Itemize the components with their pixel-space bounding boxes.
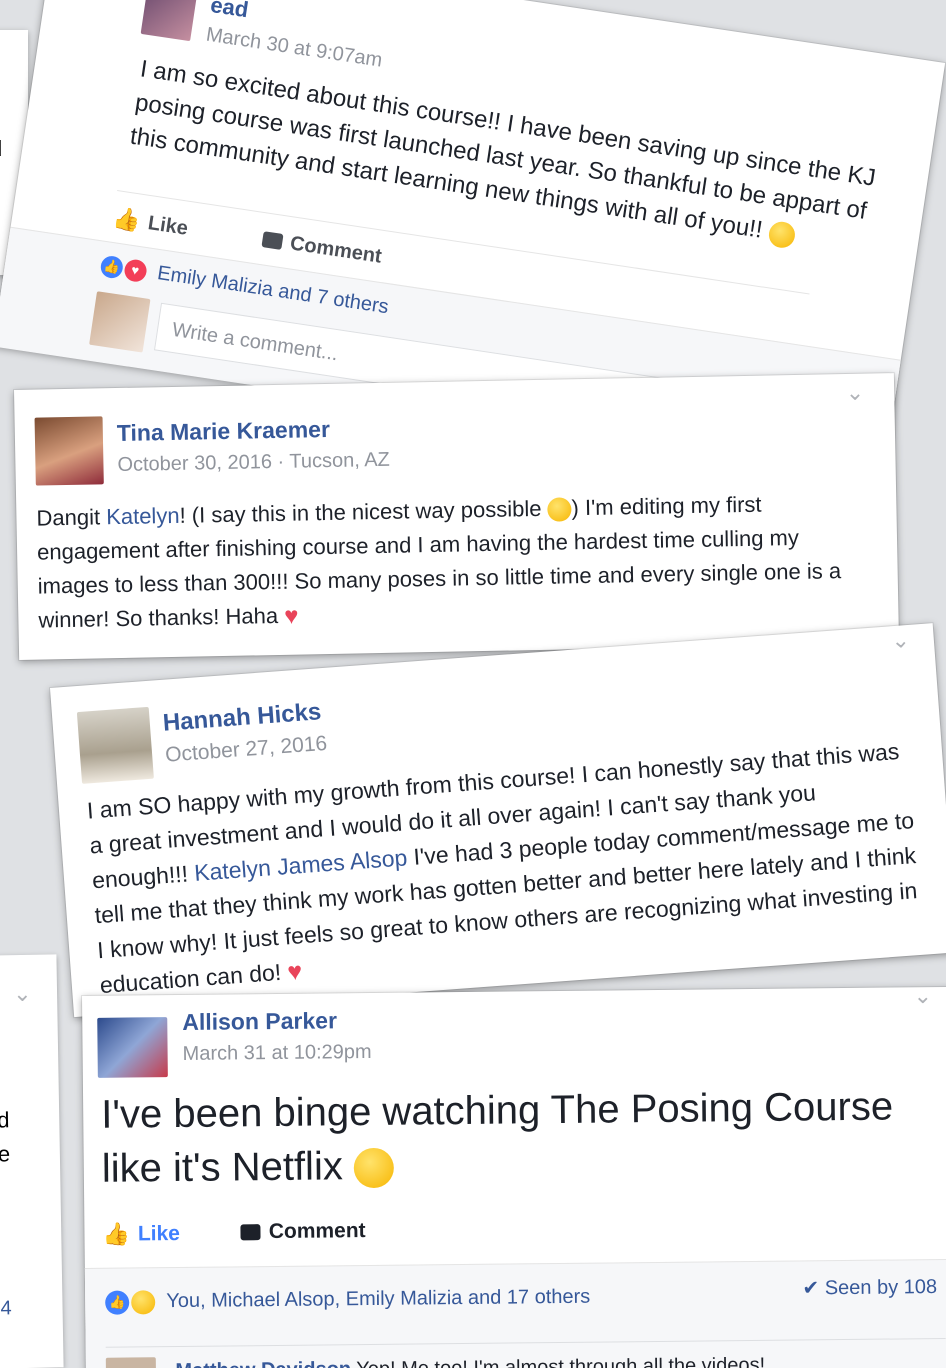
love-reaction-icon: ♥: [122, 257, 148, 283]
post-timestamp[interactable]: October 27, 2016: [164, 732, 328, 768]
winking-tongue-emoji-icon: [547, 497, 572, 522]
post-timestamp[interactable]: March 31 at 10:29pm: [182, 1041, 371, 1066]
like-reaction-icon: 👍: [105, 1290, 130, 1315]
post-timestamp[interactable]: October 30, 2016 · Tucson, AZ: [117, 449, 390, 477]
red-heart-icon: ♥: [286, 957, 304, 987]
mention-link[interactable]: Katelyn: [106, 503, 180, 529]
red-heart-icon: ♥: [283, 602, 299, 631]
smiling-face-emoji-icon: [766, 219, 797, 250]
like-label: Like: [146, 211, 190, 240]
reactions-row[interactable]: 👍 You, Michael Alsop, Emily Malizia and …: [105, 1286, 590, 1315]
like-button[interactable]: 👍 Like: [102, 1221, 180, 1248]
post-text: Dangit: [36, 504, 107, 531]
chevron-down-icon[interactable]: ⌄: [913, 983, 932, 1009]
reply-author-name[interactable]: Matthew Davidson: [175, 1358, 351, 1368]
like-button[interactable]: 👍 Like: [111, 205, 189, 242]
chevron-down-icon[interactable]: ⌄: [890, 627, 910, 654]
author-avatar: [34, 416, 104, 486]
author-name[interactable]: Allison Parker: [182, 1007, 337, 1036]
author-name[interactable]: ead: [209, 0, 250, 23]
mention-link[interactable]: Katelyn James Alsop: [193, 844, 408, 886]
fragment-text: d: [0, 136, 2, 162]
post-text: I've been binge watching The Posing Cour…: [101, 1084, 894, 1191]
post-text: ! (I say this in the nicest way possible: [179, 495, 548, 528]
collage: t d ⌄ d e 4 ead March 30 at 9:07am I am …: [0, 0, 946, 1368]
commenter-avatar: [89, 291, 151, 353]
fragment-text: e: [0, 1141, 11, 1167]
seen-by[interactable]: ✔ Seen by 108: [802, 1274, 937, 1300]
comment-label: Comment: [268, 1219, 366, 1244]
fragment-text: 4: [0, 1297, 12, 1320]
author-name[interactable]: Tina Marie Kraemer: [117, 416, 331, 447]
thumbs-up-icon: 👍: [102, 1221, 131, 1247]
comment-label: Comment: [288, 231, 384, 268]
post-body: I am SO happy with my growth from this c…: [86, 733, 929, 1005]
chevron-down-icon[interactable]: ⌄: [846, 380, 865, 406]
author-avatar: [97, 1017, 168, 1078]
speech-bubble-icon: [240, 1224, 261, 1241]
author-name[interactable]: Hannah Hicks: [162, 698, 322, 738]
fragment-text: d: [0, 1107, 10, 1133]
like-reaction-icon: 👍: [99, 254, 125, 280]
comment-button[interactable]: Comment: [261, 228, 383, 269]
checkmark-icon: ✔: [802, 1277, 820, 1300]
reply-text: Yep! Me too! I'm almost through all the …: [356, 1354, 766, 1368]
reactions-text: You, Michael Alsop, Emily Malizia and 17…: [166, 1285, 591, 1313]
reactions-section: 👍 You, Michael Alsop, Emily Malizia and …: [84, 1258, 946, 1368]
speech-bubble-icon: [261, 231, 284, 250]
post-card-4: ⌄ Allison Parker March 31 at 10:29pm I'v…: [82, 983, 946, 1368]
seen-by-text: Seen by 108: [824, 1276, 938, 1300]
tears-of-joy-emoji-icon: [353, 1148, 395, 1189]
reply-avatar: [105, 1357, 157, 1368]
post-body: I've been binge watching The Posing Cour…: [101, 1079, 922, 1196]
reply-row: Matthew Davidson Yep! Me too! I'm almost…: [105, 1337, 946, 1368]
author-avatar: [140, 0, 198, 42]
author-avatar: [76, 706, 154, 784]
like-label: Like: [137, 1221, 181, 1246]
post-card-3: ⌄ Hannah Hicks October 27, 2016 I am SO …: [50, 623, 946, 1018]
action-bar: 👍 Like Comment: [102, 1213, 942, 1248]
post-body: Dangit Katelyn! (I say this in the nices…: [36, 486, 858, 639]
thumbs-up-icon: 👍: [111, 204, 143, 234]
haha-reaction-icon: [130, 1290, 155, 1315]
left-fragment-card-2: ⌄ d e 4: [0, 954, 64, 1368]
post-card-2: ⌄ Tina Marie Kraemer October 30, 2016 · …: [14, 373, 900, 660]
chevron-down-icon: ⌄: [12, 980, 32, 1007]
comment-button[interactable]: Comment: [240, 1219, 366, 1244]
